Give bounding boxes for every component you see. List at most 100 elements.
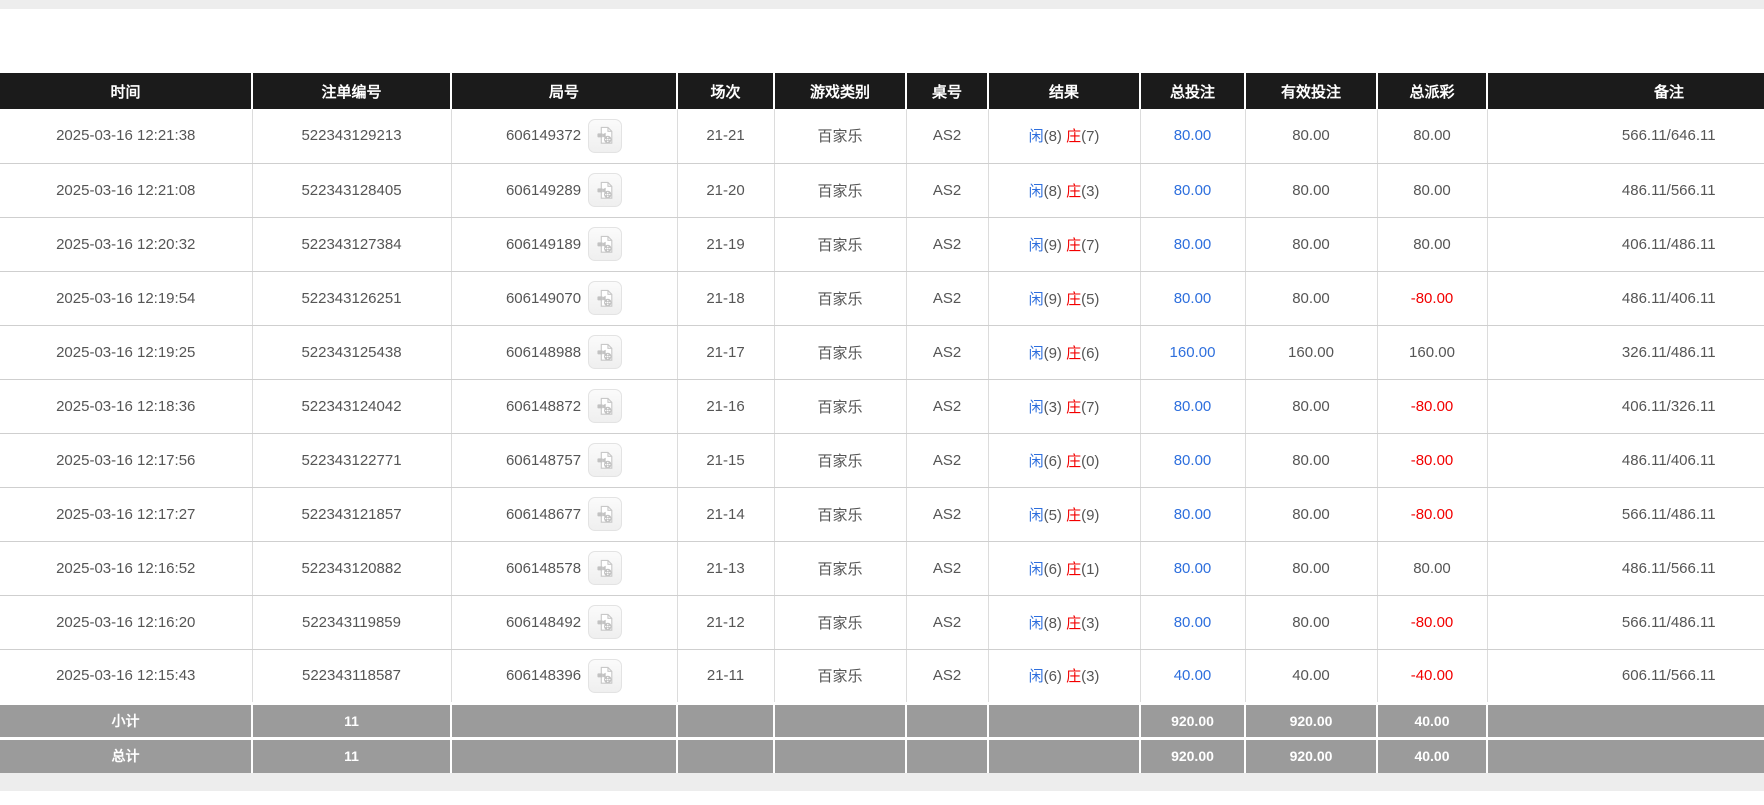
remark-cell: 326.11/486.11 xyxy=(1487,325,1764,379)
valid-bet-cell: 80.00 xyxy=(1245,379,1377,433)
grand-total-row-valid-bet: 920.00 xyxy=(1245,738,1377,773)
result-banker-label: 庄 xyxy=(1066,291,1081,308)
subtotal-row-count: 11 xyxy=(252,703,451,738)
grand-total-row-empty-result xyxy=(988,738,1140,773)
result-player-score: (6) xyxy=(1044,453,1067,470)
video-replay-button[interactable] xyxy=(588,335,622,369)
table-header: 时间注单编号局号场次游戏类别桌号结果总投注有效投注总派彩备注 xyxy=(0,73,1764,109)
result-player-score: (8) xyxy=(1044,128,1067,145)
result-banker-label: 庄 xyxy=(1066,128,1081,145)
column-header-label: 游戏类别 xyxy=(810,84,870,101)
video-file-icon xyxy=(595,612,616,633)
grand-total-row-payout: 40.00 xyxy=(1377,738,1487,773)
total-bet-link[interactable]: 80.00 xyxy=(1140,541,1245,595)
video-replay-button[interactable] xyxy=(588,119,622,153)
result-player-score: (8) xyxy=(1044,615,1067,632)
time-cell: 2025-03-16 12:17:56 xyxy=(0,433,252,487)
subtotal-row-payout: 40.00 xyxy=(1377,703,1487,738)
result-cell: 闲(5) 庄(9) xyxy=(988,487,1140,541)
session-cell: 21-16 xyxy=(677,379,774,433)
remark-cell: 566.11/646.11 xyxy=(1487,109,1764,163)
bet-history-table: 时间注单编号局号场次游戏类别桌号结果总投注有效投注总派彩备注 2025-03-1… xyxy=(0,73,1764,773)
video-file-icon xyxy=(595,180,616,201)
table-summary: 小计11920.00920.0040.00总计11920.00920.0040.… xyxy=(0,703,1764,773)
column-header-round_id: 局号 xyxy=(451,73,677,109)
result-cell: 闲(8) 庄(3) xyxy=(988,163,1140,217)
table-row: 2025-03-16 12:16:20522343119859606148492… xyxy=(0,595,1764,649)
subtotal-row: 小计11920.00920.0040.00 xyxy=(0,703,1764,738)
grand-total-row-empty-round xyxy=(451,738,677,773)
valid-bet-cell: 80.00 xyxy=(1245,109,1377,163)
table-id-cell: AS2 xyxy=(906,325,988,379)
grand-total-row-empty-remark xyxy=(1487,738,1764,773)
table-row: 2025-03-16 12:20:32522343127384606149189… xyxy=(0,217,1764,271)
payout-cell: -80.00 xyxy=(1377,271,1487,325)
round-cell: 606148677 xyxy=(451,487,677,541)
video-replay-button[interactable] xyxy=(588,173,622,207)
total-bet-link[interactable]: 80.00 xyxy=(1140,487,1245,541)
total-bet-link[interactable]: 80.00 xyxy=(1140,595,1245,649)
result-cell: 闲(6) 庄(3) xyxy=(988,649,1140,703)
round-cell: 606148757 xyxy=(451,433,677,487)
video-replay-button[interactable] xyxy=(588,659,622,693)
session-cell: 21-19 xyxy=(677,217,774,271)
round-wrap: 606148677 xyxy=(506,497,622,531)
total-bet-link[interactable]: 160.00 xyxy=(1140,325,1245,379)
result-player-label: 闲 xyxy=(1029,291,1044,308)
total-bet-link[interactable]: 80.00 xyxy=(1140,163,1245,217)
session-cell: 21-14 xyxy=(677,487,774,541)
valid-bet-cell: 80.00 xyxy=(1245,541,1377,595)
result-player-score: (5) xyxy=(1044,507,1067,524)
result-player-label: 闲 xyxy=(1029,615,1044,632)
table-row: 2025-03-16 12:15:43522343118587606148396… xyxy=(0,649,1764,703)
table-row: 2025-03-16 12:17:27522343121857606148677… xyxy=(0,487,1764,541)
table-id-cell: AS2 xyxy=(906,163,988,217)
valid-bet-cell: 160.00 xyxy=(1245,325,1377,379)
video-replay-button[interactable] xyxy=(588,443,622,477)
result-cell: 闲(9) 庄(5) xyxy=(988,271,1140,325)
round-number: 606149289 xyxy=(506,182,581,199)
result-player-label: 闲 xyxy=(1029,668,1044,685)
column-header-label: 总派彩 xyxy=(1409,84,1454,101)
subtotal-row-empty-result xyxy=(988,703,1140,738)
total-bet-link[interactable]: 80.00 xyxy=(1140,271,1245,325)
column-header-label: 桌号 xyxy=(932,84,962,101)
total-bet-link[interactable]: 40.00 xyxy=(1140,649,1245,703)
table-id-cell: AS2 xyxy=(906,433,988,487)
video-replay-button[interactable] xyxy=(588,281,622,315)
video-replay-button[interactable] xyxy=(588,389,622,423)
column-header-label: 结果 xyxy=(1049,84,1079,101)
video-file-icon xyxy=(595,234,616,255)
column-header-label: 备注 xyxy=(1654,84,1684,101)
payout-cell: 80.00 xyxy=(1377,541,1487,595)
total-bet-link[interactable]: 80.00 xyxy=(1140,109,1245,163)
video-file-icon xyxy=(595,504,616,525)
column-header-payout: 总派彩 xyxy=(1377,73,1487,109)
table-row: 2025-03-16 12:18:36522343124042606148872… xyxy=(0,379,1764,433)
remark-cell: 566.11/486.11 xyxy=(1487,487,1764,541)
total-bet-link[interactable]: 80.00 xyxy=(1140,433,1245,487)
result-banker-label: 庄 xyxy=(1066,345,1081,362)
time-cell: 2025-03-16 12:16:20 xyxy=(0,595,252,649)
video-replay-button[interactable] xyxy=(588,605,622,639)
payout-cell: -80.00 xyxy=(1377,595,1487,649)
column-header-label: 有效投注 xyxy=(1281,84,1341,101)
time-cell: 2025-03-16 12:21:38 xyxy=(0,109,252,163)
video-replay-button[interactable] xyxy=(588,227,622,261)
result-banker-label: 庄 xyxy=(1066,399,1081,416)
valid-bet-cell: 80.00 xyxy=(1245,487,1377,541)
result-cell: 闲(9) 庄(7) xyxy=(988,217,1140,271)
page-top-strip xyxy=(0,0,1764,9)
column-header-bet_id: 注单编号 xyxy=(252,73,451,109)
total-bet-link[interactable]: 80.00 xyxy=(1140,217,1245,271)
result-banker-label: 庄 xyxy=(1066,668,1081,685)
video-replay-button[interactable] xyxy=(588,551,622,585)
bet-id-cell: 522343121857 xyxy=(252,487,451,541)
payout-cell: 160.00 xyxy=(1377,325,1487,379)
table-id-cell: AS2 xyxy=(906,595,988,649)
total-bet-link[interactable]: 80.00 xyxy=(1140,379,1245,433)
result-player-score: (3) xyxy=(1044,399,1067,416)
video-replay-button[interactable] xyxy=(588,497,622,531)
valid-bet-cell: 80.00 xyxy=(1245,433,1377,487)
grand-total-row-label: 总计 xyxy=(0,738,252,773)
